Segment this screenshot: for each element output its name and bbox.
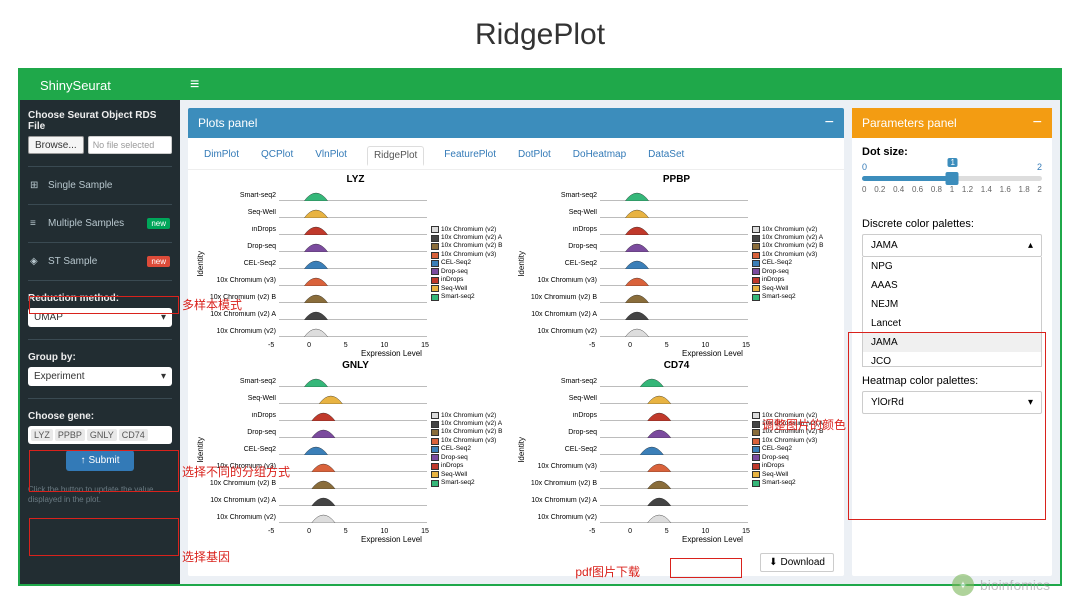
tab-dataset[interactable]: DataSet <box>646 146 686 165</box>
reduction-label: Reduction method: <box>28 293 172 304</box>
tab-ridgeplot[interactable]: RidgePlot <box>367 146 424 166</box>
submit-button[interactable]: ↑Submit <box>66 450 133 471</box>
plots-panel: Plots panel − DimPlot QCPlot VlnPlot RidgeP… <box>188 108 844 576</box>
discrete-palette-options: NPGAAASNEJMLancetJAMAJCOUCSCGB <box>862 257 1042 367</box>
new-badge: new <box>147 256 170 267</box>
discrete-palette-select[interactable]: JAMA▴ <box>862 234 1042 257</box>
tab-vlnplot[interactable]: VlnPlot <box>313 146 349 165</box>
collapse-icon[interactable]: − <box>825 114 834 132</box>
brand: ShinySeurat <box>20 78 180 93</box>
palette-option[interactable]: Lancet <box>863 314 1041 333</box>
palette-option[interactable]: JCO <box>863 352 1041 367</box>
group-label: Group by: <box>28 352 172 363</box>
file-label: Choose Seurat Object RDS File <box>28 110 172 132</box>
gene-label: Choose gene: <box>28 411 172 422</box>
gene-tag[interactable]: LYZ <box>31 429 53 441</box>
tab-dotplot[interactable]: DotPlot <box>516 146 553 165</box>
submit-note: Click the button to update the value dis… <box>28 483 172 506</box>
parameters-panel: Parameters panel − Dot size: 0 2 1 00.20… <box>852 108 1052 576</box>
download-button[interactable]: Download <box>760 553 834 572</box>
sidebar-item-single-sample[interactable]: ⊞ Single Sample <box>28 175 172 196</box>
plots-panel-header: Plots panel − <box>188 108 844 138</box>
caret-down-icon: ▾ <box>1028 397 1033 408</box>
menu-toggle-icon[interactable]: ≡ <box>180 76 209 94</box>
sidebar-item-st-sample[interactable]: ◈ ST Sample new <box>28 251 172 272</box>
gene-tag[interactable]: GNLY <box>87 429 117 441</box>
ridge-chart: LYZIdentitySmart-seq2Seq-WellinDropsDrop… <box>196 174 515 358</box>
reduction-select[interactable]: UMAP▾ <box>28 308 172 327</box>
caret-down-icon: ▾ <box>161 312 166 323</box>
discrete-palette-label: Discrete color palettes: <box>862 218 1042 230</box>
caret-up-icon: ▴ <box>1028 240 1033 251</box>
caret-down-icon: ▾ <box>161 371 166 382</box>
palette-option[interactable]: JAMA <box>863 333 1041 352</box>
tab-dimplot[interactable]: DimPlot <box>202 146 241 165</box>
dot-size-slider[interactable]: 1 00.20.40.60.811.21.41.61.82 <box>862 172 1042 210</box>
bars-icon: ≡ <box>30 218 42 229</box>
ridge-chart: GNLYIdentitySmart-seq2Seq-WellinDropsDro… <box>196 360 515 544</box>
topbar: ShinySeurat ≡ <box>20 70 1060 100</box>
tab-doheatmap[interactable]: DoHeatmap <box>571 146 628 165</box>
sidebar-item-label: ST Sample <box>48 256 97 267</box>
sidebar-item-label: Multiple Samples <box>48 218 124 229</box>
gene-tag[interactable]: PPBP <box>55 429 85 441</box>
palette-option[interactable]: AAAS <box>863 276 1041 295</box>
main-area: Choose Seurat Object RDS File Browse... … <box>20 100 1060 584</box>
gene-tag[interactable]: CD74 <box>119 429 148 441</box>
content: Plots panel − DimPlot QCPlot VlnPlot RidgeP… <box>180 100 1060 584</box>
plots-grid: LYZIdentitySmart-seq2Seq-WellinDropsDrop… <box>188 170 844 548</box>
browse-button[interactable]: Browse... <box>28 136 84 154</box>
file-status: No file selected <box>88 136 172 154</box>
collapse-icon[interactable]: − <box>1033 114 1042 132</box>
new-badge: new <box>147 218 170 229</box>
ridge-chart: PPBPIdentitySmart-seq2Seq-WellinDropsDro… <box>517 174 836 358</box>
palette-option[interactable]: NPG <box>863 257 1041 276</box>
heatmap-palette-select[interactable]: YlOrRd▾ <box>862 391 1042 414</box>
plot-tabs: DimPlot QCPlot VlnPlot RidgePlot FeaturePlot… <box>188 138 844 170</box>
tab-featureplot[interactable]: FeaturePlot <box>442 146 498 165</box>
sidebar-item-label: Single Sample <box>48 180 112 191</box>
ridge-chart: CD74IdentitySmart-seq2Seq-WellinDropsDro… <box>517 360 836 544</box>
heatmap-palette-label: Heatmap color palettes: <box>862 375 1042 387</box>
app-frame: ShinySeurat ≡ Choose Seurat Object RDS F… <box>18 68 1062 586</box>
params-panel-header: Parameters panel − <box>852 108 1052 138</box>
diamond-icon: ◈ <box>30 256 42 267</box>
palette-option[interactable]: NEJM <box>863 295 1041 314</box>
dot-size-label: Dot size: <box>862 146 1042 158</box>
tab-qcplot[interactable]: QCPlot <box>259 146 295 165</box>
sidebar: Choose Seurat Object RDS File Browse... … <box>20 100 180 584</box>
group-select[interactable]: Experiment▾ <box>28 367 172 386</box>
gene-input[interactable]: LYZ PPBP GNLY CD74 <box>28 426 172 444</box>
grid-icon: ⊞ <box>30 180 42 191</box>
page-title: RidgePlot <box>0 0 1080 64</box>
sidebar-item-multiple-samples[interactable]: ≡ Multiple Samples new <box>28 213 172 234</box>
